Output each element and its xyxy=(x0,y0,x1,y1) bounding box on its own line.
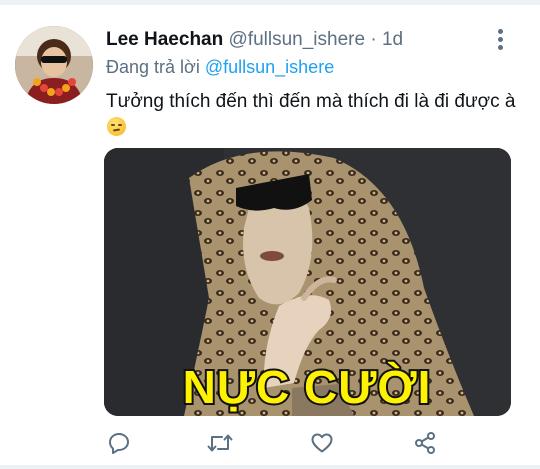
share-icon[interactable] xyxy=(410,428,440,458)
more-vertical-icon[interactable] xyxy=(488,27,512,53)
separator-dot: · xyxy=(370,29,377,50)
user-handle[interactable]: @fullsun_ishere xyxy=(229,29,366,50)
timestamp[interactable]: 1d xyxy=(382,29,403,50)
reply-to-handle[interactable]: @fullsun_ishere xyxy=(205,57,334,77)
divider xyxy=(0,0,540,5)
heart-icon[interactable] xyxy=(307,428,337,458)
smirking-face-emoji-icon xyxy=(107,117,126,136)
reply-icon[interactable] xyxy=(104,428,134,458)
tweet-actions xyxy=(104,428,444,458)
tweet-text: Tưởng thích đến thì đến mà thích đi là đ… xyxy=(106,89,516,141)
avatar[interactable] xyxy=(15,26,93,104)
tweet-header: Lee Haechan @fullsun_ishere · 1d xyxy=(106,29,403,51)
reply-context: Đang trả lời @fullsun_ishere xyxy=(106,56,334,78)
media-caption: NỰC CƯỜI xyxy=(183,361,432,413)
tweet-text-content: Tưởng thích đến thì đến mà thích đi là đ… xyxy=(106,91,516,112)
reply-prefix: Đang trả lời xyxy=(106,57,200,77)
tweet-media-image[interactable]: NỰC CƯỜI xyxy=(104,148,511,416)
tweet-card[interactable]: Lee Haechan @fullsun_ishere · 1d Đang tr… xyxy=(0,0,540,469)
display-name[interactable]: Lee Haechan xyxy=(106,29,223,50)
retweet-icon[interactable] xyxy=(205,428,235,458)
divider xyxy=(0,465,540,469)
